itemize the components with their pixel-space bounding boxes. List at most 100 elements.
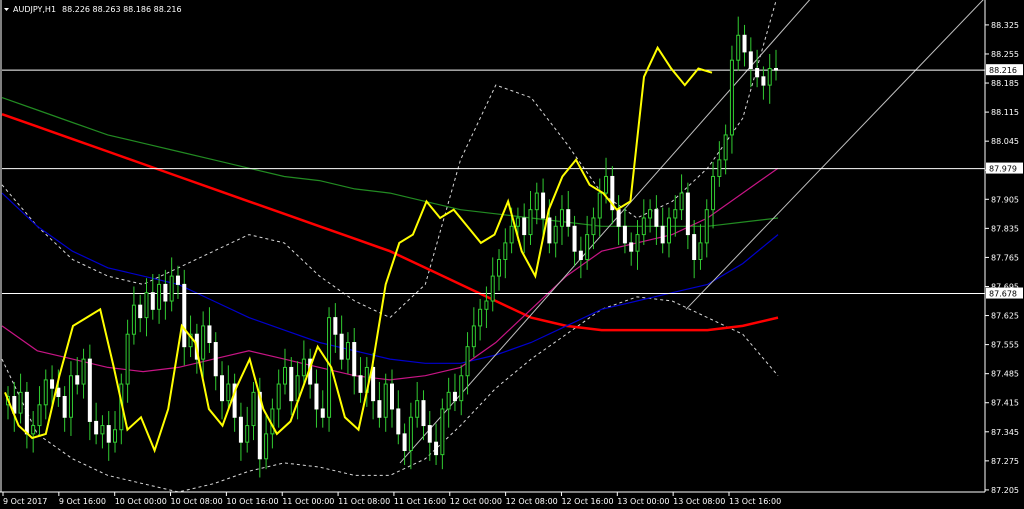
plot-background [0, 0, 1024, 509]
candle-body [755, 68, 760, 78]
candle-body [81, 358, 86, 385]
candle-body [24, 391, 29, 435]
candle [327, 307, 332, 432]
candle-body [490, 275, 495, 302]
candle-body [282, 366, 287, 385]
candle-body [106, 425, 111, 443]
chart-header: AUDJPY,H1 88.226 88.263 88.186 88.216 [4, 5, 182, 14]
candle-body [345, 342, 350, 360]
candle-body [622, 225, 627, 244]
candle-body [616, 209, 621, 227]
candle-body [711, 175, 716, 211]
candle-body [94, 420, 99, 435]
candle-body [427, 425, 432, 443]
candle-body [522, 217, 527, 236]
candle-body [597, 192, 602, 219]
candle-body [666, 217, 671, 244]
candle-body [736, 34, 741, 61]
y-tick-label: 88.045 [991, 137, 1019, 146]
candle-body [31, 425, 36, 435]
candle-body [226, 383, 231, 402]
candle-body [270, 408, 275, 435]
candle-body [591, 217, 596, 236]
ohlc-label: 88.226 88.263 88.186 88.216 [62, 5, 182, 14]
y-tick-label: 87.555 [991, 341, 1019, 350]
x-tick-label: 12 Oct 16:00 [561, 497, 613, 506]
candle-body [774, 68, 778, 71]
candle-body [125, 333, 130, 385]
candle-body [497, 258, 502, 277]
candle-body [182, 283, 187, 348]
candle-body [478, 308, 483, 327]
candle-body [201, 325, 206, 360]
y-tick-label: 87.905 [991, 195, 1019, 204]
candle-body [654, 209, 659, 227]
candle-body [629, 242, 634, 252]
candle-body [371, 366, 376, 402]
candle-body [547, 217, 552, 244]
candle-body [56, 387, 61, 398]
candle-body [553, 225, 558, 244]
x-tick-label: 12 Oct 00:00 [450, 497, 502, 506]
x-tick-label: 11 Oct 00:00 [282, 497, 334, 506]
candle-body [320, 408, 325, 418]
candle-body [18, 391, 23, 414]
y-tick-label: 87.625 [991, 312, 1019, 321]
candle-body [761, 76, 766, 86]
candle-body [604, 175, 609, 194]
candle-body [144, 292, 149, 319]
x-tick-label: 12 Oct 08:00 [506, 497, 558, 506]
candle-body [150, 292, 155, 310]
candle-body [157, 283, 162, 310]
candle-body [113, 429, 118, 443]
candle-body [673, 209, 678, 219]
candle-body [515, 217, 520, 227]
candle-body [220, 375, 225, 402]
candle-body [685, 192, 690, 236]
candle-body [396, 408, 401, 435]
y-tick-label: 88.255 [991, 50, 1019, 59]
candle-body [534, 192, 539, 211]
candle-body [572, 225, 577, 252]
candle-body [50, 379, 55, 389]
price-chart: 88.32588.25588.18588.11588.04587.97587.9… [0, 0, 1024, 509]
candle-body [459, 375, 464, 402]
candle-body [528, 209, 533, 236]
x-tick-label: 11 Oct 08:00 [338, 497, 390, 506]
candle-body [660, 225, 665, 244]
y-tick-label: 87.345 [991, 428, 1019, 437]
candle-body [723, 134, 728, 161]
y-tick-label: 87.765 [991, 253, 1019, 262]
candle-body [43, 379, 48, 406]
x-tick-label: 13 Oct 00:00 [617, 497, 669, 506]
candle-body [452, 391, 457, 402]
candle-body [509, 225, 514, 244]
candle-body [484, 300, 489, 310]
candle-body [264, 433, 269, 460]
candle-body [131, 304, 136, 335]
candle-body [729, 59, 734, 136]
candle-body [541, 192, 546, 219]
candle-body [698, 242, 703, 260]
y-tick-label: 87.485 [991, 370, 1019, 379]
candle-body [503, 242, 508, 260]
candle-body [383, 383, 388, 418]
candle-body [641, 217, 646, 236]
candle-body [352, 342, 357, 377]
candle-body [390, 383, 394, 410]
candle-body [68, 375, 73, 418]
candle-body [434, 441, 439, 456]
candle-body [635, 234, 640, 252]
candle-body [377, 400, 382, 418]
y-tick-label: 88.325 [991, 21, 1019, 30]
x-tick-label: 10 Oct 16:00 [226, 497, 278, 506]
y-tick-label: 88.115 [991, 108, 1019, 117]
candle-body [314, 383, 319, 410]
candle-body [276, 383, 281, 410]
candle-body [207, 325, 212, 344]
candle-body [465, 346, 470, 377]
candle-body [245, 425, 250, 443]
candle-body [585, 234, 590, 260]
candle-body [339, 333, 344, 360]
candle-body [446, 391, 451, 410]
